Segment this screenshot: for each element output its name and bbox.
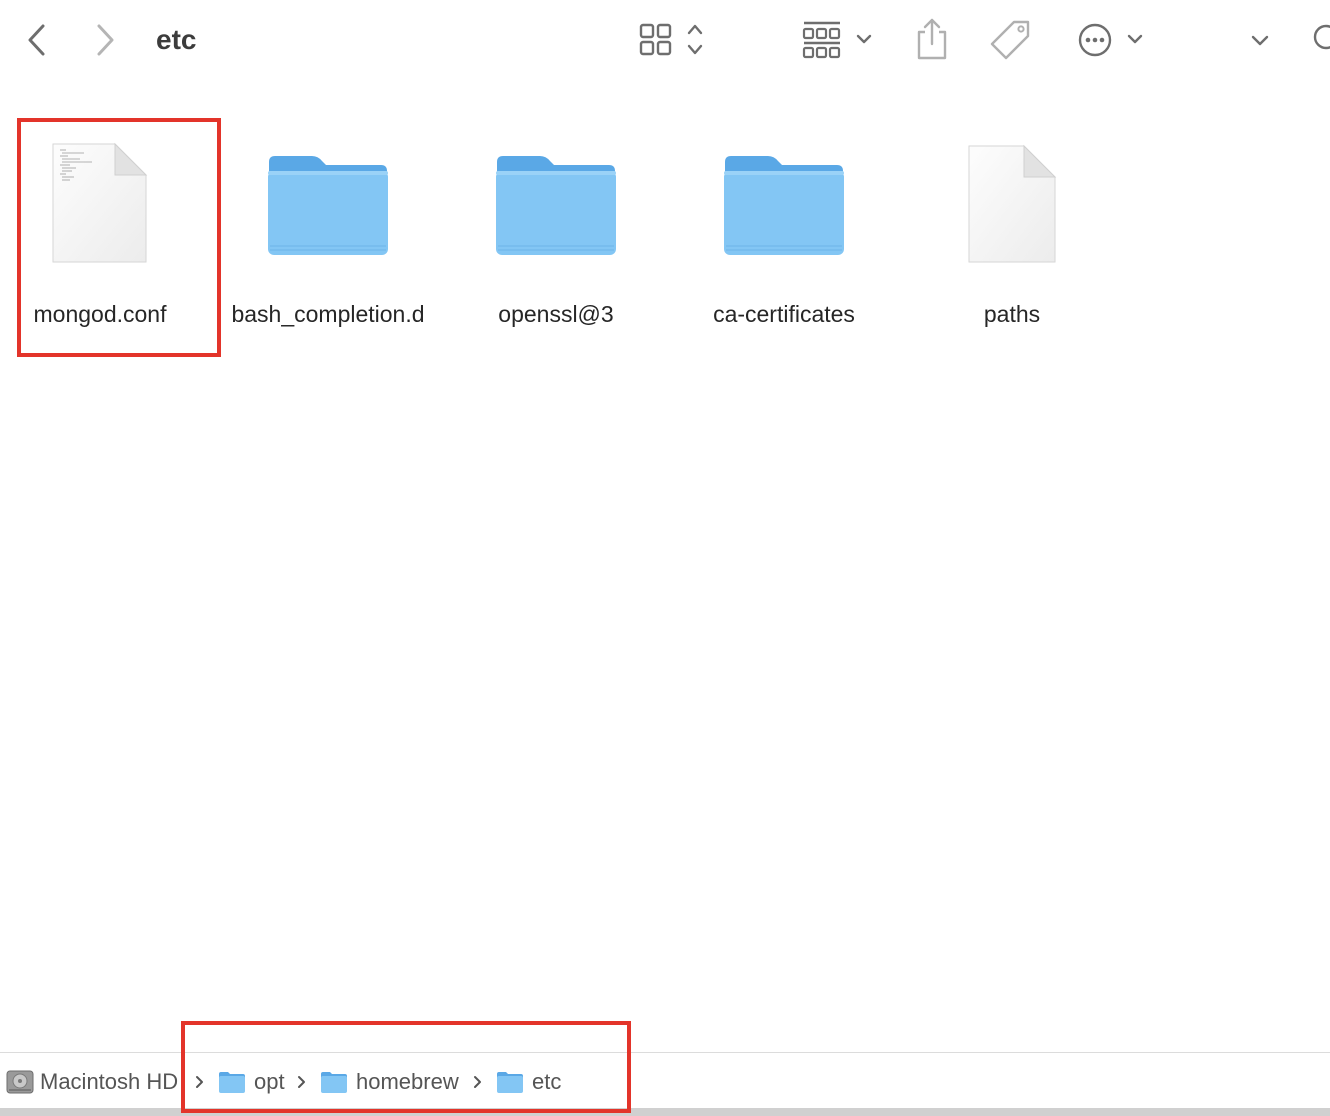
document-icon	[968, 144, 1057, 263]
file-name-label: openssl@3	[498, 301, 614, 327]
file-name-label: paths	[983, 301, 1041, 327]
path-item-label: Macintosh HD	[40, 1069, 179, 1094]
path-item-macintosh-hd[interactable]: Macintosh HD	[6, 1067, 184, 1097]
folder-icon	[724, 156, 844, 255]
file-grid: mongod.conf bash_completion.d openssl@3 …	[0, 0, 1330, 1050]
highlight-box-path	[181, 1021, 631, 1113]
folder-icon	[268, 156, 388, 255]
finder-window: etc mongod.conf bash_completion.d openss…	[0, 0, 1330, 1116]
file-name-label: ca-certificates	[713, 301, 855, 327]
hard-drive-icon	[6, 1070, 34, 1094]
file-name-label: bash_completion.d	[231, 301, 425, 327]
folder-icon	[496, 156, 616, 255]
highlight-box-file	[17, 118, 221, 357]
